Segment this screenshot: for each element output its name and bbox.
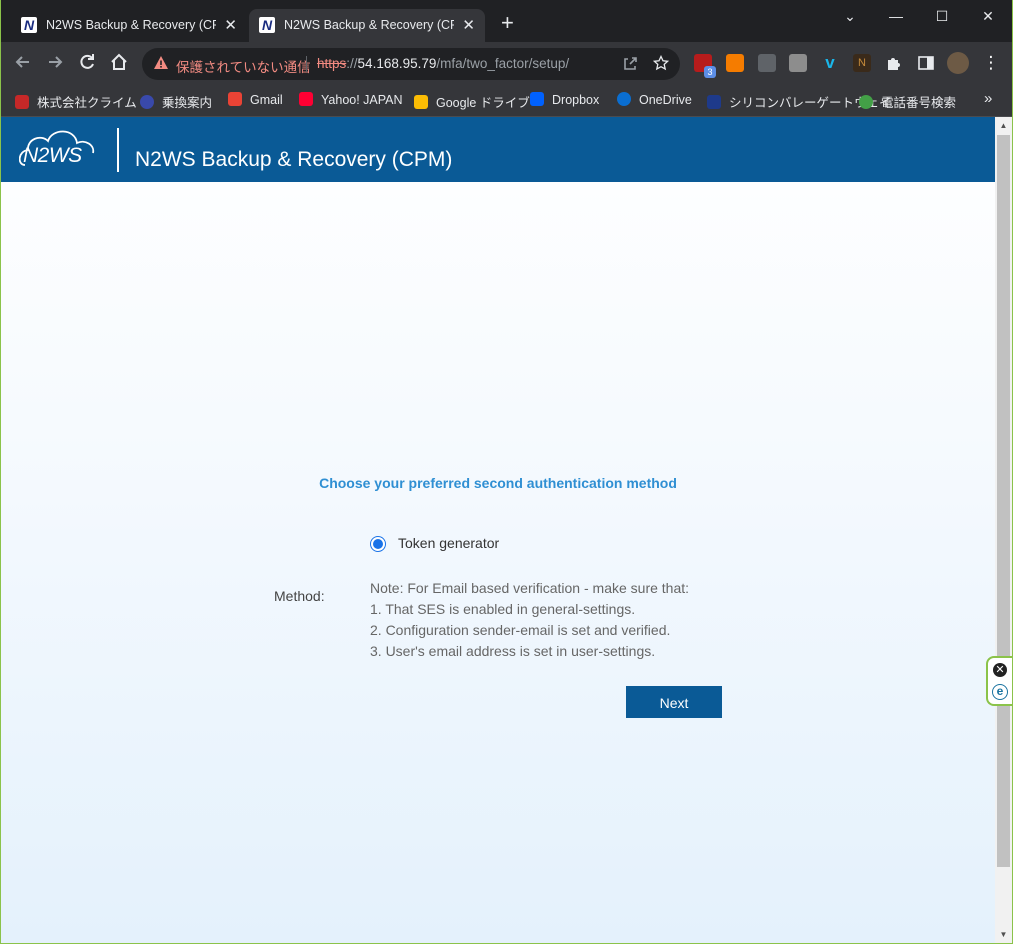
mfa-prompt-heading: Choose your preferred second authenticat… — [319, 475, 677, 491]
side-panel-icon[interactable] — [917, 54, 935, 72]
scroll-down-arrow-icon[interactable]: ▼ — [995, 926, 1012, 943]
bookmark-favicon-icon — [707, 95, 721, 109]
widget-close-icon[interactable]: ✕ — [993, 663, 1007, 677]
bookmarks-bar: 株式会社クライム 乗換案内 Gmail Yahoo! JAPAN Google … — [1, 86, 1012, 117]
method-label: Method: — [274, 588, 325, 604]
url-scheme: https — [317, 56, 347, 71]
bookmark-label: 電話番号検索 — [881, 96, 957, 110]
tab-inactive[interactable]: N N2WS Backup & Recovery (CPM) ✕ — [11, 9, 247, 42]
bookmark-item[interactable]: 株式会社クライム — [15, 92, 137, 110]
next-button[interactable]: Next — [626, 686, 722, 718]
omnibox-divider — [306, 56, 307, 72]
bookmark-label: 株式会社クライム — [37, 96, 137, 110]
note-line: Note: For Email based verification - mak… — [370, 580, 690, 596]
url-separator: :// — [346, 56, 358, 71]
header-divider — [117, 128, 119, 172]
bookmark-label: OneDrive — [639, 93, 692, 107]
tab-close-icon[interactable]: ✕ — [224, 16, 237, 34]
tab-title: N2WS Backup & Recovery (CPM) — [284, 18, 454, 32]
token-generator-label[interactable]: Token generator — [398, 535, 499, 551]
floating-extension-widget[interactable]: ✕ e — [986, 656, 1012, 706]
tab-close-icon[interactable]: ✕ — [462, 16, 475, 34]
home-icon[interactable] — [107, 52, 131, 76]
bookmark-item[interactable]: OneDrive — [617, 92, 692, 110]
camera-extension-icon[interactable] — [758, 54, 776, 72]
new-tab-button[interactable]: + — [501, 12, 514, 34]
scrollbar-thumb[interactable] — [997, 135, 1010, 867]
minimize-button[interactable]: — — [873, 4, 919, 28]
bookmark-label: Gmail — [250, 93, 283, 107]
note-line: 3. User's email address is set in user-s… — [370, 643, 656, 659]
bookmarks-overflow-chevron-icon[interactable]: » — [984, 90, 992, 107]
page-viewport: N2WS N2WS Backup & Recovery (CPM) Choose… — [1, 117, 995, 943]
extensions-puzzle-icon[interactable] — [885, 54, 903, 72]
browser-toolbar: 保護されていない通信 https://54.168.95.79/mfa/two_… — [1, 42, 1012, 86]
extension-n-icon[interactable]: N — [853, 54, 871, 72]
scroll-up-arrow-icon[interactable]: ▲ — [995, 117, 1012, 134]
widget-e-logo-icon[interactable]: e — [992, 684, 1008, 700]
note-line: 2. Configuration sender-email is set and… — [370, 622, 671, 638]
vimeo-extension-icon[interactable]: v — [821, 54, 839, 72]
bookmark-favicon-icon — [140, 95, 154, 109]
page-scrollbar[interactable]: ▲ ▼ — [995, 117, 1012, 943]
app-header: N2WS N2WS Backup & Recovery (CPM) — [1, 117, 995, 182]
warning-triangle-icon[interactable] — [153, 55, 169, 71]
forward-arrow-icon[interactable] — [43, 52, 67, 76]
bookmark-item[interactable]: Google ドライブ — [414, 92, 530, 110]
bookmark-item[interactable]: 乗換案内 — [140, 92, 212, 110]
url-path: /mfa/two_factor/setup/ — [436, 56, 570, 71]
yahoo-icon — [299, 92, 313, 106]
url-text[interactable]: https://54.168.95.79/mfa/two_factor/setu… — [317, 56, 569, 71]
tab-title: N2WS Backup & Recovery (CPM) — [46, 18, 216, 32]
phone-search-icon — [859, 95, 873, 109]
bookmark-star-icon[interactable] — [652, 54, 670, 75]
url-host: 54.168.95.79 — [357, 56, 437, 71]
token-generator-radio[interactable] — [370, 536, 386, 552]
close-window-button[interactable]: ✕ — [965, 4, 1011, 28]
tab-active[interactable]: N N2WS Backup & Recovery (CPM) ✕ — [249, 9, 485, 42]
bookmark-item[interactable]: Gmail — [228, 92, 283, 110]
bookmark-label: 乗換案内 — [162, 96, 213, 110]
extension-badge: 3 — [704, 66, 716, 78]
maximize-button[interactable]: ☐ — [919, 4, 965, 28]
gmail-icon — [228, 92, 242, 106]
bookmark-favicon-icon — [15, 95, 29, 109]
dropbox-icon — [530, 92, 544, 106]
bookmark-item[interactable]: Yahoo! JAPAN — [299, 92, 403, 110]
bookmark-label: Google ドライブ — [436, 96, 530, 110]
n2ws-favicon-icon: N — [21, 17, 37, 33]
note-line: 1. That SES is enabled in general-settin… — [370, 601, 636, 617]
analytics-extension-icon[interactable] — [726, 54, 744, 72]
google-drive-icon — [414, 95, 428, 109]
onedrive-icon — [617, 92, 631, 106]
app-title: N2WS Backup & Recovery (CPM) — [135, 148, 453, 171]
profile-avatar[interactable] — [947, 52, 969, 74]
logo-text: N2WS — [23, 144, 82, 167]
browser-window: N N2WS Backup & Recovery (CPM) ✕ N N2WS … — [1, 0, 1012, 943]
bookmark-label: Dropbox — [552, 93, 600, 107]
share-icon[interactable] — [622, 55, 638, 75]
security-warning-text[interactable]: 保護されていない通信 — [176, 56, 311, 76]
address-bar[interactable]: 保護されていない通信 https://54.168.95.79/mfa/two_… — [142, 48, 680, 80]
bookmark-label: Yahoo! JAPAN — [321, 93, 403, 107]
tab-search-chevron-icon[interactable]: ⌄ — [827, 4, 873, 28]
n2ws-favicon-icon: N — [259, 17, 275, 33]
tab-strip: N N2WS Backup & Recovery (CPM) ✕ N N2WS … — [1, 0, 1012, 42]
bookmark-item[interactable]: 電話番号検索 — [859, 92, 956, 110]
print-extension-icon[interactable] — [789, 54, 807, 72]
bookmark-item[interactable]: Dropbox — [530, 92, 599, 110]
browser-menu-icon[interactable]: ⋮ — [982, 54, 1000, 72]
back-arrow-icon[interactable] — [11, 52, 35, 76]
reload-icon[interactable] — [75, 52, 99, 76]
